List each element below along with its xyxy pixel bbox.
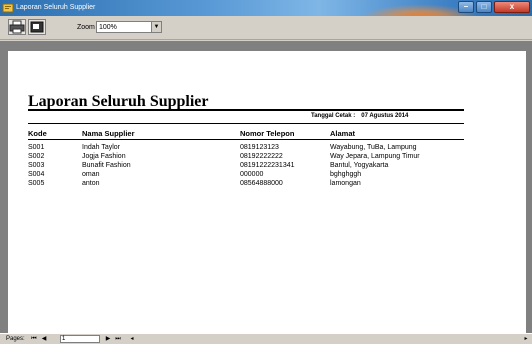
- column-header-kode: Kode: [28, 129, 47, 138]
- app-icon: [2, 3, 14, 13]
- zoom-value: 100%: [99, 24, 117, 31]
- print-date-value: 07 Agustus 2014: [361, 113, 409, 119]
- prev-page-icon[interactable]: ◀: [40, 335, 48, 343]
- cell-alamat: Wayabung, TuBa, Lampung: [330, 144, 417, 151]
- minimize-icon: –: [463, 2, 469, 11]
- cell-telepon: 08564888000: [240, 180, 283, 187]
- cell-nama: anton: [82, 180, 100, 187]
- cell-telepon: 0819123123: [240, 144, 279, 151]
- preview-area[interactable]: Laporan Seluruh Supplier Tanggal Cetak :…: [0, 41, 532, 333]
- minimize-button[interactable]: –: [458, 1, 474, 13]
- next-page-icon[interactable]: ▶: [104, 335, 112, 343]
- cell-kode: S005: [28, 180, 45, 187]
- window-title: Laporan Seluruh Supplier: [16, 4, 96, 11]
- maximize-icon: □: [481, 2, 487, 11]
- column-header-telepon: Nomor Telepon: [240, 129, 295, 138]
- cell-kode: S004: [28, 171, 45, 178]
- status-bar: Pages: ⏮ ◀ 1 ▶ ⏭ ◂ ▸: [0, 333, 532, 344]
- print-date-label: Tanggal Cetak :: [311, 113, 356, 119]
- header-top-rule: [28, 123, 464, 124]
- report-viewer-window: Laporan Seluruh Supplier – □ x Zoom 100%…: [0, 0, 532, 344]
- chevron-down-icon[interactable]: ▼: [151, 22, 161, 32]
- cell-alamat: bghghggh: [330, 171, 362, 178]
- toolbar: Zoom 100% ▼: [0, 16, 532, 40]
- cell-alamat: Bantul, Yogyakarta: [330, 162, 389, 169]
- maximize-button[interactable]: □: [476, 1, 492, 13]
- print-date: Tanggal Cetak : 07 Agustus 2014: [311, 113, 408, 119]
- first-page-icon[interactable]: ⏮: [30, 335, 38, 343]
- close-button[interactable]: x: [494, 1, 530, 13]
- scroll-right-icon[interactable]: ▸: [522, 335, 530, 343]
- report-page: Laporan Seluruh Supplier Tanggal Cetak :…: [8, 51, 526, 333]
- cell-alamat: lamongan: [330, 180, 361, 187]
- title-bar[interactable]: Laporan Seluruh Supplier – □ x: [0, 0, 532, 18]
- print-button[interactable]: [8, 19, 26, 35]
- cell-telepon: 000000: [240, 171, 264, 178]
- cell-telepon: 08192222222: [240, 153, 283, 160]
- title-rule: [28, 109, 464, 111]
- printer-icon: [9, 20, 25, 34]
- cell-kode: S003: [28, 162, 45, 169]
- cell-kode: S002: [28, 153, 45, 160]
- header-bottom-rule: [28, 139, 464, 140]
- column-header-nama: Nama Supplier: [82, 129, 135, 138]
- cell-telepon: 08191222231341: [240, 162, 295, 169]
- close-icon: x: [509, 2, 515, 11]
- column-header-alamat: Alamat: [330, 129, 356, 138]
- zoom-label: Zoom: [77, 24, 95, 31]
- cell-alamat: Way Jepara, Lampung Timur: [330, 153, 420, 160]
- export-button[interactable]: [28, 19, 46, 35]
- zoom-select[interactable]: 100% ▼: [96, 21, 162, 33]
- cell-kode: S001: [28, 144, 45, 151]
- scroll-left-icon[interactable]: ◂: [128, 335, 136, 343]
- page-number-input[interactable]: 1: [60, 335, 100, 343]
- cell-nama: Bunafit Fashion: [82, 162, 131, 169]
- pages-label: Pages:: [6, 336, 25, 342]
- cell-nama: Jogja Fashion: [82, 153, 126, 160]
- last-page-icon[interactable]: ⏭: [114, 335, 122, 343]
- cell-nama: Indah Taylor: [82, 144, 121, 151]
- cell-nama: oman: [82, 171, 100, 178]
- export-icon: [30, 21, 44, 33]
